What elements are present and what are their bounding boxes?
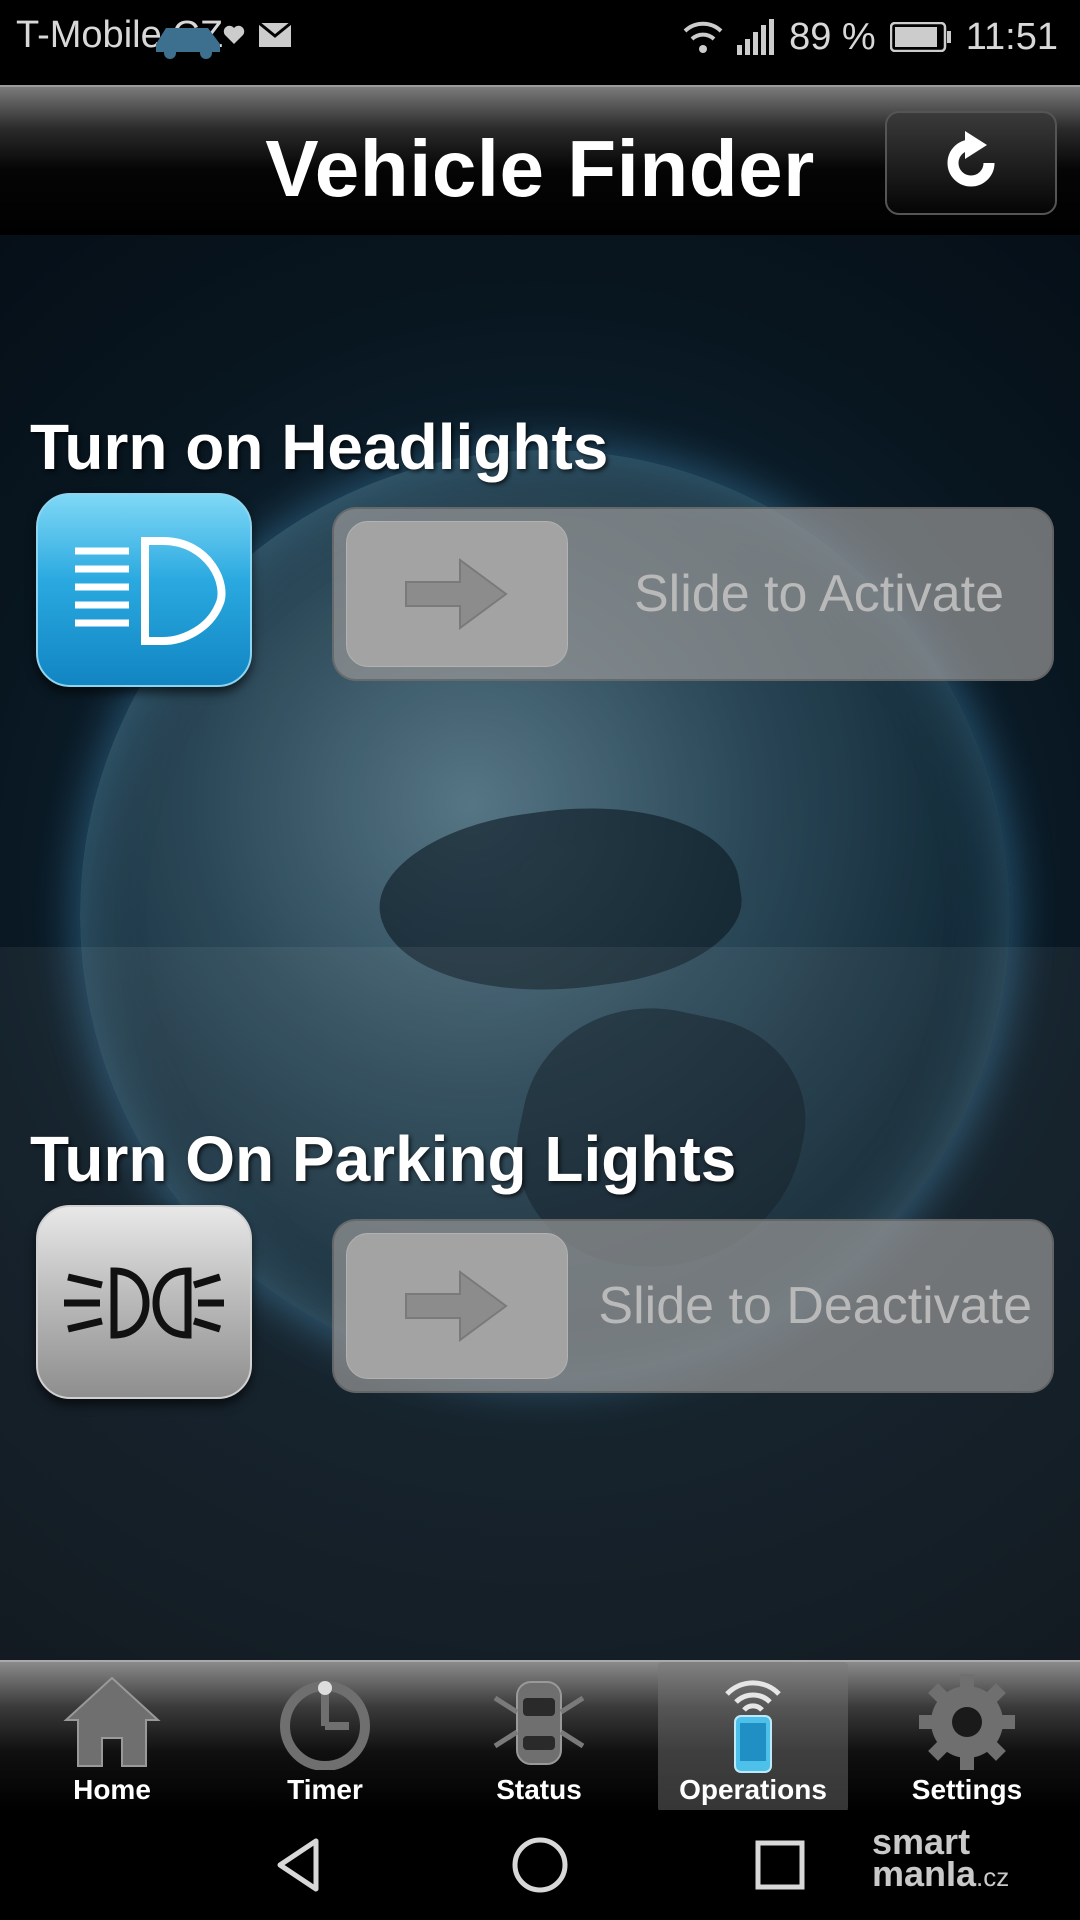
timer-icon — [280, 1681, 370, 1770]
refresh-icon — [947, 131, 995, 187]
arrow-right-icon — [405, 1270, 508, 1342]
tab-operations[interactable]: Operations — [658, 1662, 848, 1812]
status-bar: T-Mobile CZ 89 % 11:51 — [0, 0, 1080, 75]
tab-label: Timer — [287, 1774, 363, 1805]
home-circle-icon — [512, 1837, 568, 1893]
battery-icon — [889, 22, 951, 52]
watermark-logo: smart manIa.cz — [872, 1821, 1010, 1895]
tab-bar: Home Timer Status Operations Settings — [0, 1660, 1080, 1812]
tab-status[interactable]: Status — [444, 1662, 634, 1812]
main-content: Turn on Headlights Slide to Activate Tur… — [0, 235, 1080, 1660]
tab-label: Status — [496, 1774, 582, 1805]
home-icon — [63, 1676, 161, 1767]
mail-icon — [258, 22, 292, 47]
phone-signal-icon — [725, 1680, 781, 1773]
tab-timer[interactable]: Timer — [230, 1662, 420, 1812]
app-header: Vehicle Finder — [0, 85, 1080, 237]
headlights-icon — [36, 493, 252, 687]
back-button[interactable] — [255, 1830, 345, 1900]
clock: 11:51 — [965, 15, 1058, 58]
slider-label: Slide to Deactivate — [598, 1277, 1032, 1335]
car-status-icon — [493, 1681, 585, 1765]
back-icon — [277, 1838, 319, 1892]
tab-home[interactable]: Home — [17, 1662, 207, 1812]
heart-icon — [223, 25, 245, 44]
battery-percent: 89 % — [789, 15, 876, 58]
wifi-icon — [683, 21, 723, 53]
headlights-slider[interactable]: Slide to Activate — [332, 507, 1054, 681]
slider-knob[interactable] — [346, 1233, 568, 1379]
parking-lights-slider[interactable]: Slide to Deactivate — [332, 1219, 1054, 1393]
tab-label: Home — [73, 1774, 151, 1805]
slider-label: Slide to Activate — [634, 565, 1004, 623]
car-notification-icon — [156, 28, 220, 59]
recents-button[interactable] — [735, 1830, 825, 1900]
tab-label: Settings — [911, 1774, 1023, 1805]
gear-icon — [919, 1674, 1015, 1770]
parking-lights-section-title: Turn On Parking Lights — [30, 1123, 737, 1195]
tab-label: Operations — [679, 1774, 827, 1805]
arrow-right-icon — [405, 558, 508, 630]
signal-icon — [737, 19, 775, 55]
home-nav-button[interactable] — [495, 1830, 585, 1900]
tab-settings[interactable]: Settings — [872, 1662, 1062, 1812]
recents-icon — [755, 1840, 805, 1890]
slider-knob[interactable] — [346, 521, 568, 667]
parking-lights-icon — [36, 1205, 252, 1399]
headlights-section-title: Turn on Headlights — [30, 411, 609, 483]
refresh-button[interactable] — [885, 111, 1057, 215]
